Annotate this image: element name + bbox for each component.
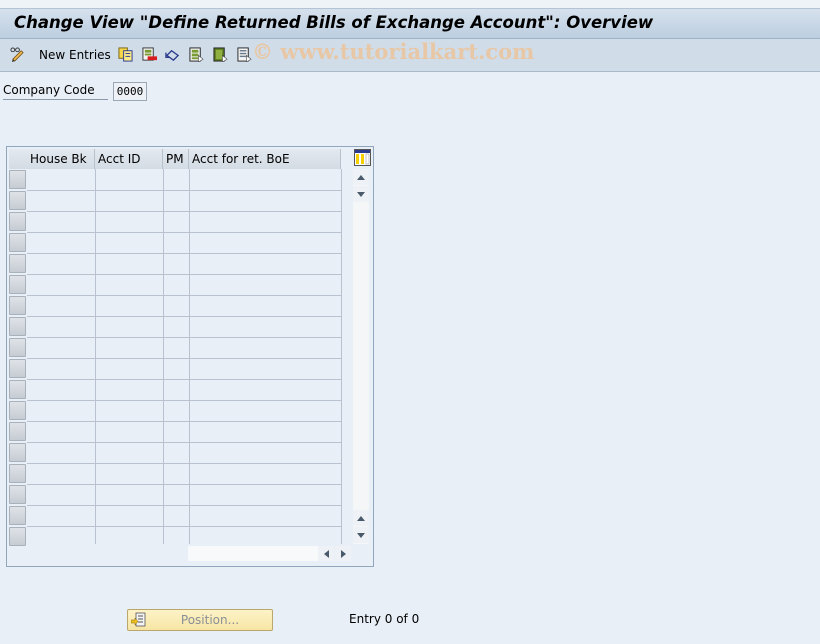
- table-row: [27, 526, 341, 527]
- row-selector[interactable]: [9, 359, 26, 378]
- select-all-button[interactable]: [189, 46, 204, 63]
- column-header-acct-for-ret-boe[interactable]: Acct for ret. BoE: [189, 149, 341, 169]
- row-selector[interactable]: [9, 191, 26, 210]
- row-selector[interactable]: [9, 170, 26, 189]
- position-button-label: Position...: [180, 613, 240, 627]
- horizontal-scrollbar[interactable]: [188, 546, 318, 561]
- table-row: [27, 505, 341, 506]
- column-divider: [189, 169, 190, 544]
- table-row: [27, 484, 341, 485]
- row-selector[interactable]: [9, 485, 26, 504]
- triangle-right-icon: [340, 549, 346, 558]
- table-row: [27, 463, 341, 464]
- select-all-rows-corner[interactable]: [9, 149, 28, 169]
- scroll-right-button[interactable]: [335, 546, 351, 561]
- row-selector[interactable]: [9, 464, 26, 483]
- table-row: [27, 379, 341, 380]
- page-title: Change View "Define Returned Bills of Ex…: [14, 13, 654, 32]
- table-row: [27, 232, 341, 233]
- company-code-field[interactable]: 0000: [113, 82, 147, 101]
- table-row: [27, 190, 341, 191]
- undo-change-button[interactable]: [165, 46, 180, 63]
- application-toolbar: New Entries: [0, 39, 820, 72]
- row-selector[interactable]: [9, 380, 26, 399]
- vertical-scrollbar[interactable]: [353, 169, 369, 544]
- triangle-up-icon: [357, 174, 365, 180]
- title-bar: Change View "Define Returned Bills of Ex…: [0, 9, 820, 39]
- scroll-up-button[interactable]: [353, 169, 369, 185]
- row-selector[interactable]: [9, 296, 26, 315]
- column-header-acct-id[interactable]: Acct ID: [95, 149, 163, 169]
- triangle-down-icon: [357, 532, 365, 538]
- column-header-pm[interactable]: PM: [163, 149, 189, 169]
- table-row: [27, 400, 341, 401]
- table-row: [27, 358, 341, 359]
- triangle-up-icon: [357, 515, 365, 521]
- row-selector[interactable]: [9, 401, 26, 420]
- column-settings-button[interactable]: [354, 149, 371, 166]
- table-settings-icon: [355, 150, 370, 165]
- delete-row-icon: [142, 47, 157, 61]
- table-row: [27, 274, 341, 275]
- deselect-all-icon: [237, 47, 252, 62]
- undo-icon: [165, 49, 180, 61]
- scroll-down-button[interactable]: [353, 186, 369, 202]
- select-block-icon: [213, 47, 228, 62]
- table-row: [27, 442, 341, 443]
- copy-icon: [118, 47, 133, 62]
- delete-button[interactable]: [142, 46, 157, 63]
- row-selector[interactable]: [9, 212, 26, 231]
- top-strip: [0, 0, 820, 9]
- pencil-glasses-icon: [10, 47, 24, 62]
- row-selector[interactable]: [9, 275, 26, 294]
- entry-count: Entry 0 of 0: [349, 612, 420, 626]
- company-code-label: Company Code: [3, 82, 108, 100]
- table-row: [27, 421, 341, 422]
- table-row: [27, 316, 341, 317]
- select-all-icon: [189, 47, 204, 62]
- scroll-left-button[interactable]: [318, 546, 334, 561]
- table-control: House Bk Acct ID PM Acct for ret. BoE: [6, 146, 374, 567]
- column-divider: [163, 169, 164, 544]
- column-divider: [341, 169, 342, 544]
- table-row: [27, 337, 341, 338]
- row-selector[interactable]: [9, 317, 26, 336]
- row-selector[interactable]: [9, 527, 26, 546]
- new-entries-label: New Entries: [39, 47, 111, 62]
- scroll-page-down-button[interactable]: [353, 527, 369, 543]
- row-selector[interactable]: [9, 338, 26, 357]
- row-selector[interactable]: [9, 443, 26, 462]
- display-change-button[interactable]: [10, 46, 25, 63]
- row-selector[interactable]: [9, 254, 26, 273]
- table-row: [27, 211, 341, 212]
- table-row: [27, 295, 341, 296]
- scroll-page-up-button[interactable]: [353, 510, 369, 526]
- column-divider: [95, 169, 96, 544]
- column-header-house-bank[interactable]: House Bk: [27, 149, 95, 169]
- table-row: [27, 253, 341, 254]
- row-selector[interactable]: [9, 506, 26, 525]
- row-selector[interactable]: [9, 233, 26, 252]
- new-entries-button[interactable]: New Entries: [33, 46, 111, 63]
- copy-as-button[interactable]: [118, 46, 133, 63]
- select-block-button[interactable]: [213, 46, 228, 63]
- row-selector[interactable]: [9, 422, 26, 441]
- deselect-all-button[interactable]: [237, 46, 252, 63]
- position-button[interactable]: Position...: [127, 609, 273, 631]
- triangle-down-icon: [357, 191, 365, 197]
- triangle-left-icon: [323, 549, 329, 558]
